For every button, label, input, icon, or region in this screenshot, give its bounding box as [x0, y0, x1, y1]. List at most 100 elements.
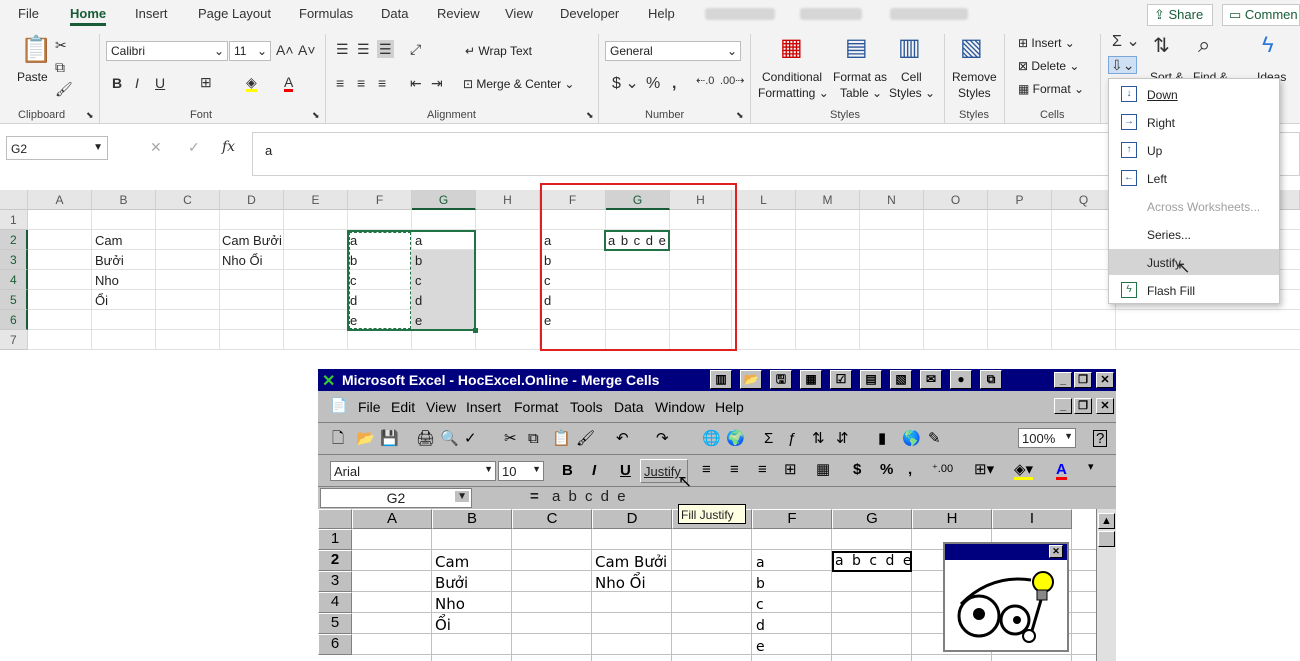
column-header-h[interactable]: H	[476, 190, 540, 210]
comments-button[interactable]: ▭ Commen	[1222, 4, 1300, 26]
format-cells-button[interactable]: ▦ Format ⌄	[1018, 82, 1084, 96]
column-header-e[interactable]: E	[284, 190, 348, 210]
autosum-icon[interactable]: Σ ⌄	[1112, 34, 1140, 50]
sort-filter-icon[interactable]: ⇅	[1153, 36, 1170, 56]
vertical-scrollbar[interactable]: ▲	[1096, 509, 1116, 661]
cell-f6[interactable]: e	[347, 313, 357, 328]
increase-font-icon[interactable]: A˄	[276, 43, 294, 57]
tab-review[interactable]: Review	[437, 6, 480, 21]
ideas-icon[interactable]: ϟ	[1262, 34, 1274, 56]
fill-handle[interactable]	[473, 328, 478, 333]
column-header-g[interactable]: G	[412, 190, 476, 210]
tab-developer[interactable]: Developer	[560, 6, 619, 21]
align-bottom-icon[interactable]: ☰	[377, 40, 394, 58]
cell-b2[interactable]: Cam	[92, 233, 122, 248]
cell-f2[interactable]: a	[347, 233, 357, 248]
cell-g2[interactable]: a	[412, 233, 422, 248]
cell97-d2[interactable]: Cam Bưởi	[595, 553, 667, 571]
dialog-launcher-icon[interactable]: ⬊	[86, 111, 94, 120]
sort-asc-icon[interactable]: ⇅	[812, 431, 825, 446]
select-all-corner[interactable]	[318, 509, 352, 529]
row97-header-1[interactable]: 1	[318, 529, 352, 550]
merge-center-button[interactable]: ⊡ Merge & Center ⌄	[463, 77, 574, 91]
cell-g3[interactable]: b	[412, 253, 422, 268]
assistant-close-button[interactable]: ✕	[1049, 545, 1063, 558]
floating-toolbar-icon[interactable]: 🖫	[770, 370, 792, 389]
percent-icon[interactable]: %	[880, 462, 893, 477]
cut-icon[interactable]: ✂	[55, 38, 67, 52]
italic-icon[interactable]: I	[135, 76, 139, 90]
currency-icon[interactable]: $	[853, 462, 861, 477]
redo-icon[interactable]: ↷	[656, 431, 669, 446]
menu-tools[interactable]: Tools	[570, 399, 603, 415]
align-left-icon[interactable]: ≡	[702, 462, 711, 477]
dialog-launcher-icon[interactable]: ⬊	[586, 111, 594, 120]
row-header-2[interactable]: 2	[0, 230, 28, 250]
office-assistant[interactable]: ✕	[943, 542, 1069, 652]
menu-data[interactable]: Data	[614, 399, 644, 415]
floating-toolbar-icon[interactable]: ▧	[890, 370, 912, 389]
number-format-combo[interactable]: General ⌄	[605, 41, 741, 61]
decrease-font-icon[interactable]: A˅	[298, 43, 316, 57]
spelling-icon[interactable]: ✓	[464, 431, 477, 446]
cell-g4[interactable]: c	[412, 273, 422, 288]
column-header-c[interactable]: C	[156, 190, 220, 210]
document-icon[interactable]: 📄	[330, 397, 347, 414]
font-size-combo[interactable]: 11 ⌄	[229, 41, 271, 61]
cell-f3[interactable]: b	[347, 253, 357, 268]
sort-desc-icon[interactable]: ⇵	[836, 431, 849, 446]
find-select-icon[interactable]: ⌕	[1198, 34, 1210, 56]
web-icon[interactable]: 🌍	[726, 431, 745, 446]
tab-file[interactable]: File	[18, 6, 39, 21]
column-header-d[interactable]: D	[220, 190, 284, 210]
cell-b3[interactable]: Bưởi	[92, 253, 124, 268]
paste-icon[interactable]: 📋	[552, 431, 571, 446]
row-header-4[interactable]: 4	[0, 270, 28, 290]
menu-insert[interactable]: Insert	[466, 399, 501, 415]
formula-97-value[interactable]: a b c d e	[552, 488, 628, 505]
col97-header-a[interactable]: A	[352, 509, 432, 529]
dialog-launcher-icon[interactable]: ⬊	[736, 111, 744, 120]
delete-cells-button[interactable]: ⊠ Delete ⌄	[1018, 59, 1079, 73]
cancel-icon[interactable]: ✕	[150, 140, 162, 154]
tab-insert[interactable]: Insert	[135, 6, 168, 21]
column-header-o[interactable]: O	[924, 190, 988, 210]
row97-header-2[interactable]: 2	[318, 550, 352, 571]
cell-styles-label[interactable]: Styles ⌄	[889, 86, 935, 100]
fill-color-icon[interactable]: ◈▾	[1014, 462, 1034, 480]
insert-function-icon[interactable]: fx	[222, 140, 235, 154]
table-label[interactable]: Table ⌄	[840, 86, 882, 100]
align-left-icon[interactable]: ≡	[336, 76, 344, 90]
cell-d3[interactable]: Nho Ổi	[219, 253, 262, 268]
cell-b4[interactable]: Nho	[92, 273, 119, 288]
col97-header-c[interactable]: C	[512, 509, 592, 529]
menu-item-justify[interactable]: Justify ↖	[1109, 249, 1279, 277]
floating-toolbar-icon[interactable]: ☑	[830, 370, 852, 389]
underline-icon[interactable]: U	[155, 76, 165, 90]
floating-toolbar-icon[interactable]: ⧉	[980, 370, 1002, 389]
formatting-label[interactable]: Formatting ⌄	[758, 86, 829, 100]
open-icon[interactable]: 📂	[356, 431, 375, 446]
cell-g5[interactable]: d	[412, 293, 422, 308]
borders-icon[interactable]: ⊞▾	[974, 462, 994, 477]
floating-toolbar-icon[interactable]: ▥	[710, 370, 732, 389]
increase-decimal-icon[interactable]: ⁺.00	[932, 464, 953, 475]
col97-header-g[interactable]: G	[832, 509, 912, 529]
col97-header-d[interactable]: D	[592, 509, 672, 529]
cut-icon[interactable]: ✂	[504, 431, 517, 446]
cell-b5[interactable]: Ổi	[92, 293, 108, 308]
row97-header-3[interactable]: 3	[318, 571, 352, 592]
cell97-b4[interactable]: Nho	[435, 595, 465, 613]
borders-icon[interactable]: ⊞	[200, 75, 212, 89]
menu-edit[interactable]: Edit	[391, 399, 415, 415]
row-header-6[interactable]: 6	[0, 310, 28, 330]
share-button[interactable]: ⇪ Share	[1147, 4, 1213, 26]
align-middle-icon[interactable]: ☰	[357, 42, 370, 56]
wrap-text-button[interactable]: ↵ Wrap Text	[465, 44, 532, 58]
scroll-up-icon[interactable]: ▲	[1098, 513, 1115, 529]
cell-label[interactable]: Cell	[901, 70, 922, 84]
cell97-f5[interactable]: d	[756, 618, 765, 634]
row97-header-5[interactable]: 5	[318, 613, 352, 634]
restore-button[interactable]: ❐	[1074, 372, 1092, 388]
bold-icon[interactable]: B	[562, 463, 573, 478]
